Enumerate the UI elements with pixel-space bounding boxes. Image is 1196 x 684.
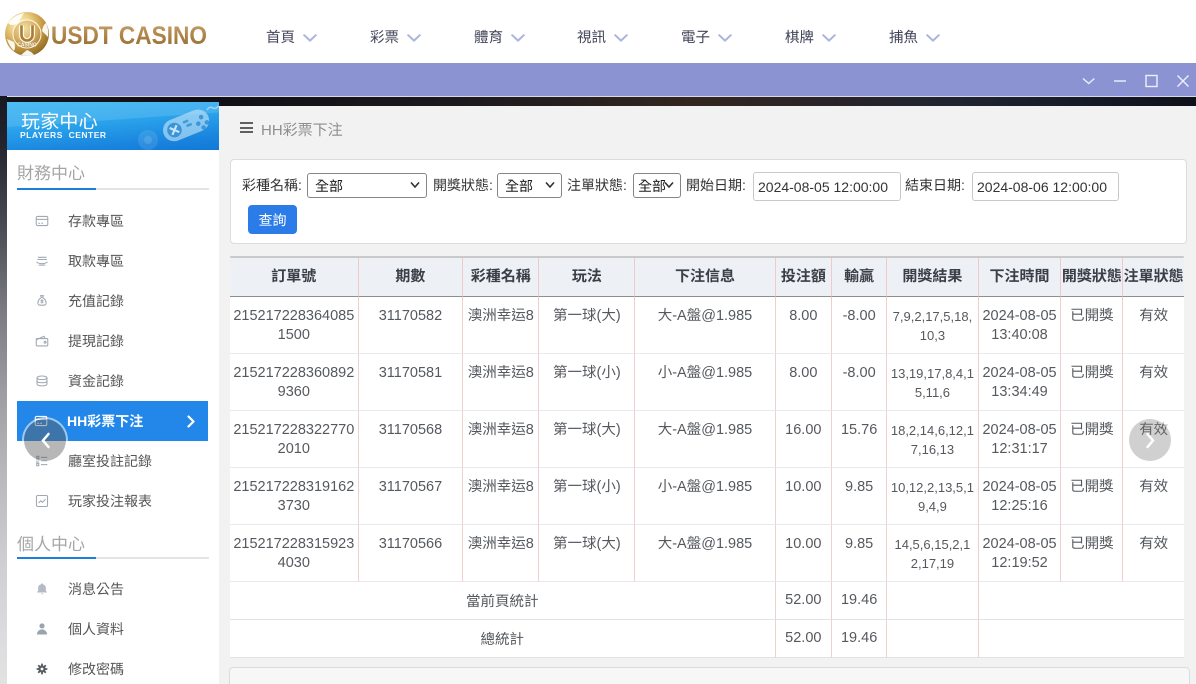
svg-text:USDT CASINO: USDT CASINO xyxy=(51,22,207,50)
svg-text:CASINO: CASINO xyxy=(17,43,37,49)
